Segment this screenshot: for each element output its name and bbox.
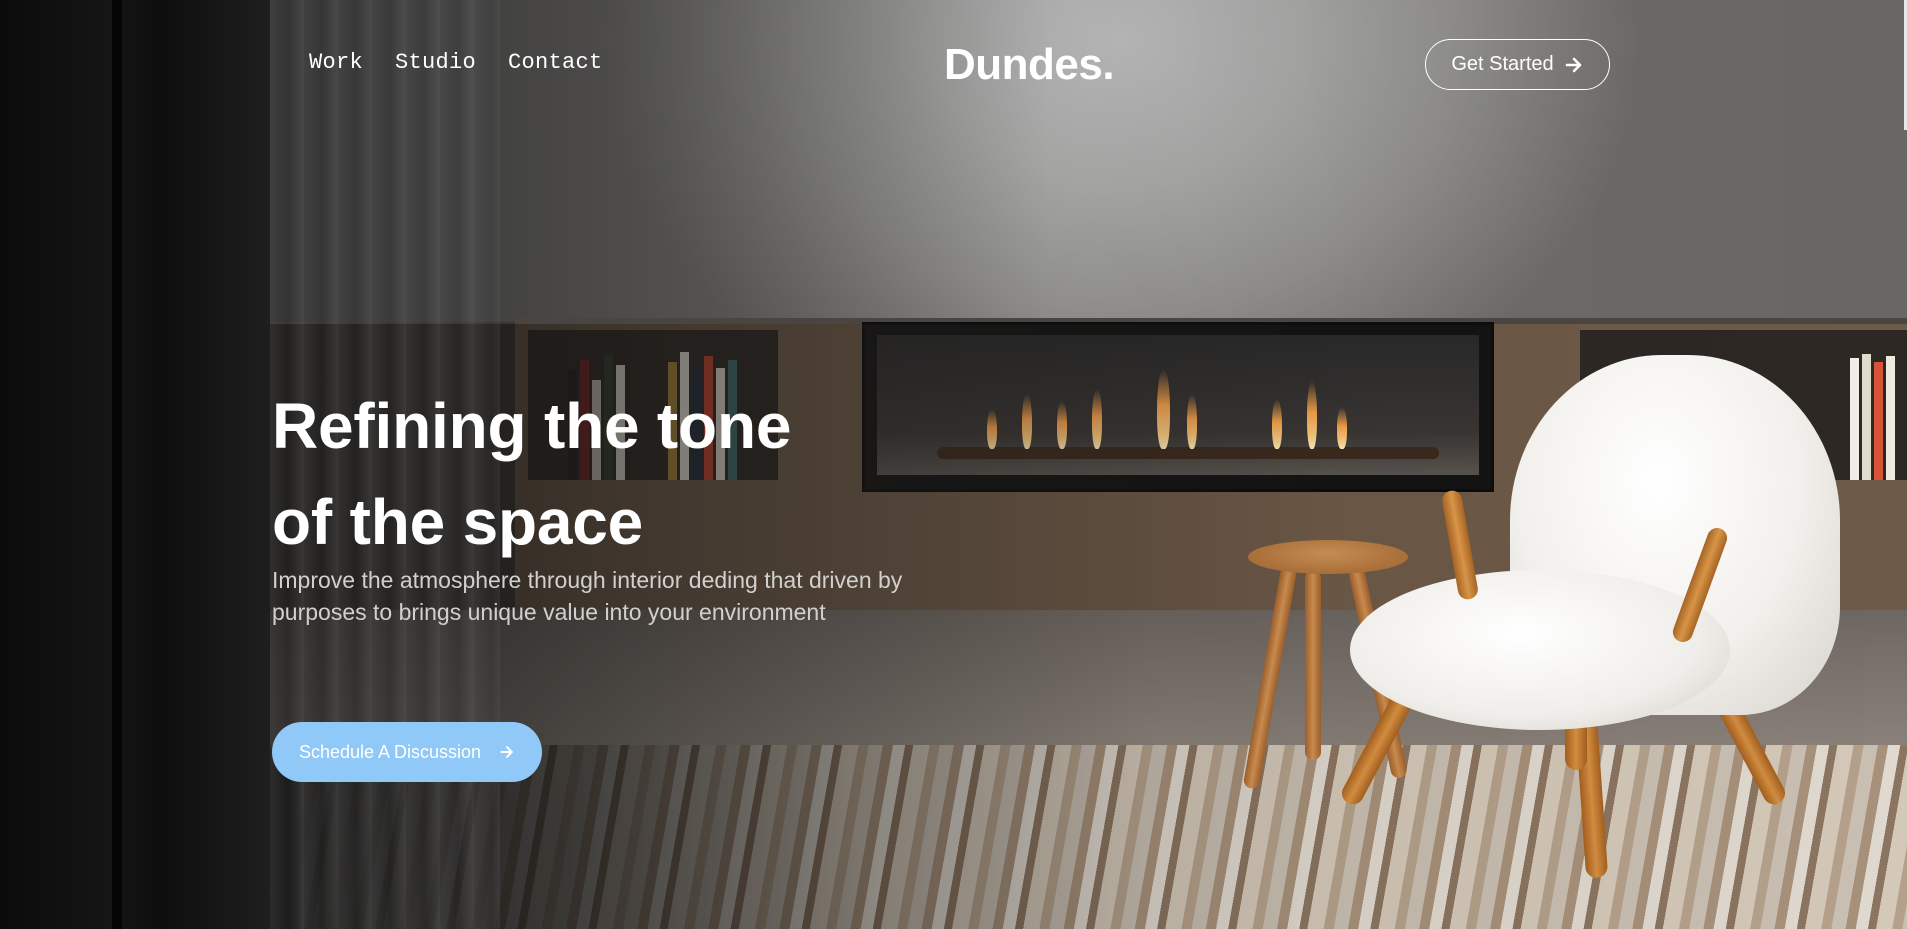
nav-link-contact[interactable]: Contact: [508, 50, 603, 75]
hero-section: Work Studio Contact Dundes. Get Started …: [0, 0, 1907, 929]
hero-headline: Refining the tone of the space: [272, 378, 791, 570]
top-nav: Work Studio Contact Dundes. Get Started: [0, 0, 1907, 130]
get-started-button[interactable]: Get Started: [1425, 39, 1610, 90]
hero-headline-line-1: Refining the tone: [272, 390, 792, 462]
arrow-right-icon: [1564, 55, 1584, 75]
hero-subtext-line-1: Improve the atmosphere through interior …: [272, 567, 903, 593]
schedule-discussion-button[interactable]: Schedule A Discussion: [272, 722, 542, 782]
hero-subtext: Improve the atmosphere through interior …: [272, 564, 972, 628]
hero-subtext-line-2: purposes to brings unique value into you…: [272, 599, 826, 625]
brand-logo[interactable]: Dundes.: [944, 40, 1115, 90]
nav-link-studio[interactable]: Studio: [395, 50, 476, 75]
arrow-right-icon: [499, 744, 515, 760]
schedule-discussion-label: Schedule A Discussion: [298, 741, 482, 762]
nav-link-work[interactable]: Work: [309, 50, 363, 75]
hero-headline-line-2: of the space: [272, 486, 644, 558]
get-started-label: Get Started: [1451, 53, 1554, 75]
nav-links: Work Studio Contact: [309, 50, 603, 75]
